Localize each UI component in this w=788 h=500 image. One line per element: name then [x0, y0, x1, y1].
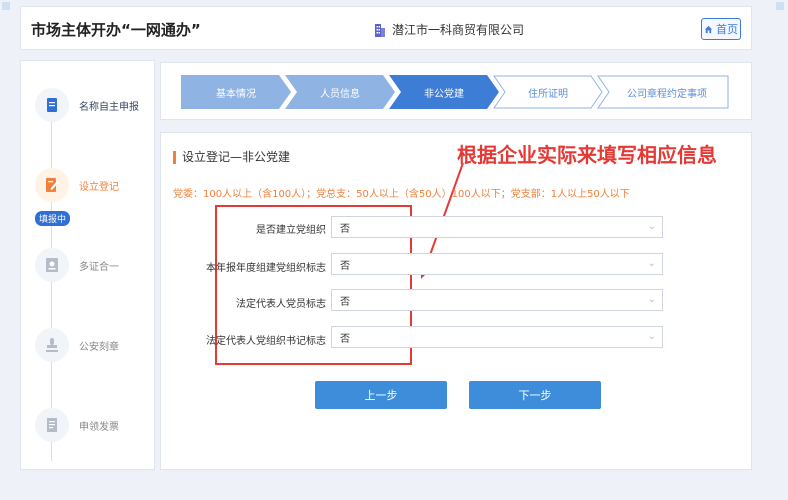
home-icon [704, 25, 713, 33]
chevron-down-icon: ⌄ [647, 258, 656, 269]
stamp-icon [46, 338, 58, 352]
progress-sidebar: 名称自主申报 设立登记 填报中 多证合一 公安刻章 申领发票 [20, 60, 155, 470]
sidebar-item-multi-certificate[interactable]: 多证合一 [35, 247, 155, 283]
step-residence-proof[interactable]: 住所证明 [493, 75, 603, 109]
field-label: 法定代表人党员标志 [236, 299, 326, 310]
legal-rep-party-secretary-select[interactable]: 否 ⌄ [331, 326, 663, 348]
company-name: 潜江市一科商贸有限公司 [392, 23, 525, 37]
home-label: 首页 [716, 23, 738, 36]
section-title: 设立登记—非公党建 [173, 151, 290, 164]
field-label: 本年报年度组建党组织标志 [206, 263, 326, 274]
sidebar-item-invoice[interactable]: 申领发票 [35, 407, 155, 443]
sidebar-item-label: 名称自主申报 [79, 101, 139, 113]
form-panel: 设立登记—非公党建 根据企业实际来填写相应信息 党委：100人以上（含100人）… [160, 132, 752, 470]
step-articles-of-association[interactable]: 公司章程约定事项 [597, 75, 729, 109]
home-button[interactable]: 首页 [701, 18, 741, 40]
building-icon [375, 23, 385, 37]
next-button[interactable]: 下一步 [469, 381, 601, 409]
annotation-text: 根据企业实际来填写相应信息 [457, 143, 717, 167]
sidebar-item-registration[interactable]: 设立登记 [35, 167, 155, 203]
corner-decoration-left [2, 2, 10, 10]
sidebar-item-label: 公安刻章 [79, 341, 119, 353]
chevron-down-icon: ⌄ [647, 294, 656, 305]
step-party-building[interactable]: 非公党建 [389, 75, 499, 109]
prev-button[interactable]: 上一步 [315, 381, 447, 409]
sidebar-item-label: 申领发票 [79, 421, 119, 433]
sidebar-item-name-declaration[interactable]: 名称自主申报 [35, 87, 155, 123]
sidebar-item-stamp[interactable]: 公安刻章 [35, 327, 155, 363]
annual-party-org-select[interactable]: 否 ⌄ [331, 253, 663, 275]
app-title: 市场主体开办“一网通办” [31, 21, 201, 39]
corner-decoration-right [776, 2, 784, 10]
document-icon [47, 98, 57, 112]
legal-rep-party-member-select[interactable]: 否 ⌄ [331, 289, 663, 311]
step-personnel-info[interactable]: 人员信息 [285, 75, 395, 109]
has-party-org-select[interactable]: 否 ⌄ [331, 216, 663, 238]
top-header: 市场主体开办“一网通办” 潜江市一科商贸有限公司 首页 [20, 6, 752, 50]
field-label: 法定代表人党组织书记标志 [206, 336, 326, 347]
sidebar-item-label: 多证合一 [79, 261, 119, 273]
field-label: 是否建立党组织 [256, 225, 326, 236]
edit-document-icon [46, 178, 59, 192]
sidebar-item-label: 设立登记 [79, 181, 119, 193]
step-progress-bar: 基本情况 人员信息 非公党建 住所证明 公司章程约定事项 [160, 62, 752, 120]
party-organization-note: 党委：100人以上（含100人）；党总支：50人以上（含50人）100人以下；党… [173, 189, 630, 200]
step-basic-info[interactable]: 基本情况 [181, 75, 291, 109]
status-badge: 填报中 [35, 211, 71, 226]
invoice-icon [47, 418, 57, 432]
company-info: 潜江市一科商贸有限公司 [374, 21, 524, 38]
id-card-icon [46, 258, 58, 272]
chevron-down-icon: ⌄ [647, 331, 656, 342]
chevron-down-icon: ⌄ [647, 221, 656, 232]
